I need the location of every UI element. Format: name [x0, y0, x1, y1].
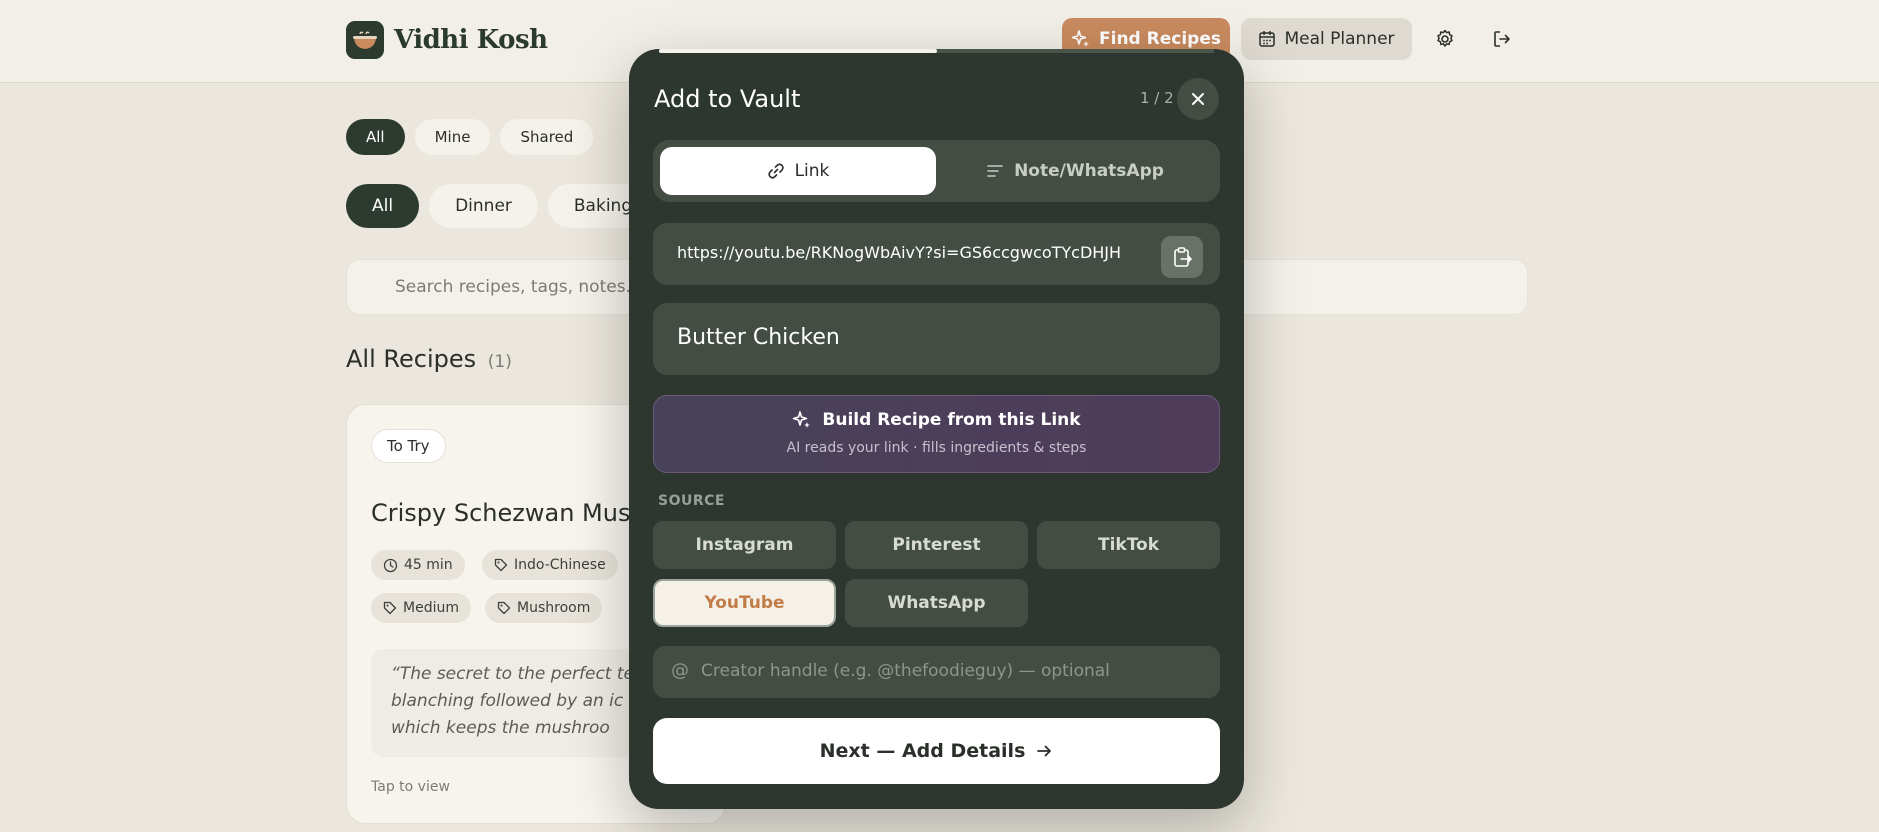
creator-handle-input[interactable]: @ Creator handle (e.g. @thefoodieguy) — … [653, 646, 1220, 698]
build-recipe-button[interactable]: Build Recipe from this Link AI reads you… [653, 395, 1220, 473]
cuisine-tag: Indo-Chinese [482, 550, 618, 580]
tab-link[interactable]: Link [660, 147, 936, 195]
tab-link-label: Link [794, 161, 830, 181]
step-indicator: 1 / 2 [1140, 89, 1174, 107]
at-sign-icon: @ [671, 660, 689, 681]
logout-icon [1494, 31, 1510, 47]
sparkle-icon [793, 411, 811, 428]
category-chip-dinner[interactable]: Dinner [429, 184, 538, 228]
tag-icon [497, 601, 511, 615]
tap-to-view: Tap to view [371, 779, 450, 795]
section-title: All Recipes (1) [346, 345, 512, 373]
link-icon [767, 163, 784, 179]
sparkle-icon [1071, 30, 1089, 47]
time-tag: 45 min [371, 550, 465, 580]
calendar-icon [1259, 31, 1276, 47]
app-name: Vidhi Kosh [394, 25, 548, 55]
tag-icon [494, 558, 508, 572]
build-recipe-main: Build Recipe from this Link [654, 410, 1219, 430]
meal-planner-label: Meal Planner [1284, 29, 1395, 49]
build-recipe-label: Build Recipe from this Link [822, 410, 1081, 430]
build-recipe-subtitle: AI reads your link · fills ingredients &… [786, 440, 1087, 456]
recipe-count: (1) [487, 352, 512, 372]
difficulty-tag: Medium [371, 593, 471, 623]
tab-note-whatsapp[interactable]: Note/WhatsApp [937, 147, 1213, 195]
settings-button[interactable] [1433, 27, 1457, 51]
source-tiktok-button[interactable]: TikTok [1037, 521, 1220, 569]
difficulty-text: Medium [403, 600, 459, 616]
ingredient-tag: Mushroom [485, 593, 603, 623]
source-youtube-button[interactable]: YouTube [653, 579, 836, 627]
status-badge: To Try [371, 429, 446, 463]
brand[interactable]: Vidhi Kosh [346, 21, 548, 59]
source-instagram-button[interactable]: Instagram [653, 521, 836, 569]
find-recipes-label: Find Recipes [1099, 29, 1221, 49]
category-chip-all[interactable]: All [346, 184, 420, 228]
next-add-details-button[interactable]: Next — Add Details [653, 718, 1220, 784]
progress-bar [659, 49, 1214, 53]
clock-icon [383, 558, 398, 572]
next-label: Next — Add Details [819, 740, 1026, 762]
text-lines-icon [987, 165, 1003, 177]
recipe-title: Crispy Schezwan Mushr [371, 499, 656, 527]
owner-chip-mine[interactable]: Mine [414, 119, 491, 155]
clipboard-paste-icon [1174, 247, 1192, 267]
owner-chip-all[interactable]: All [346, 119, 405, 155]
cuisine-text: Indo-Chinese [514, 557, 606, 573]
category-filter: All Dinner Baking [346, 184, 659, 228]
owner-filter: All Mine Shared [346, 119, 594, 155]
url-value: https://youtu.be/RKNogWbAivY?si=GS6ccgwc… [677, 243, 1122, 262]
gear-icon [1437, 29, 1453, 47]
bowl-logo-icon [346, 21, 384, 59]
owner-chip-shared[interactable]: Shared [500, 119, 594, 155]
section-title-text: All Recipes [346, 345, 477, 373]
time-text: 45 min [404, 557, 453, 573]
search-placeholder: Search recipes, tags, notes... [395, 277, 642, 297]
arrow-right-icon [1037, 745, 1052, 757]
close-icon [1192, 93, 1204, 105]
tab-note-label: Note/WhatsApp [1014, 161, 1164, 181]
progress-fill [659, 49, 937, 53]
close-button[interactable] [1177, 78, 1219, 120]
source-label: SOURCE [658, 493, 725, 509]
paste-button[interactable] [1161, 236, 1203, 278]
recipe-title-input[interactable]: Butter Chicken [653, 303, 1220, 375]
ingredient-text: Mushroom [517, 600, 591, 616]
source-pinterest-button[interactable]: Pinterest [845, 521, 1028, 569]
source-whatsapp-button[interactable]: WhatsApp [845, 579, 1028, 627]
add-to-vault-modal: Add to Vault 1 / 2 Link Note/WhatsApp ht… [629, 49, 1244, 809]
creator-handle-placeholder: Creator handle (e.g. @thefoodieguy) — op… [701, 661, 1110, 681]
logout-button[interactable] [1490, 27, 1514, 51]
tag-icon [383, 601, 397, 615]
modal-title: Add to Vault [654, 85, 801, 113]
url-input[interactable]: https://youtu.be/RKNogWbAivY?si=GS6ccgwc… [653, 223, 1220, 285]
input-type-toggle: Link Note/WhatsApp [653, 140, 1220, 202]
meal-planner-button[interactable]: Meal Planner [1241, 18, 1412, 60]
recipe-title-value: Butter Chicken [677, 325, 840, 350]
